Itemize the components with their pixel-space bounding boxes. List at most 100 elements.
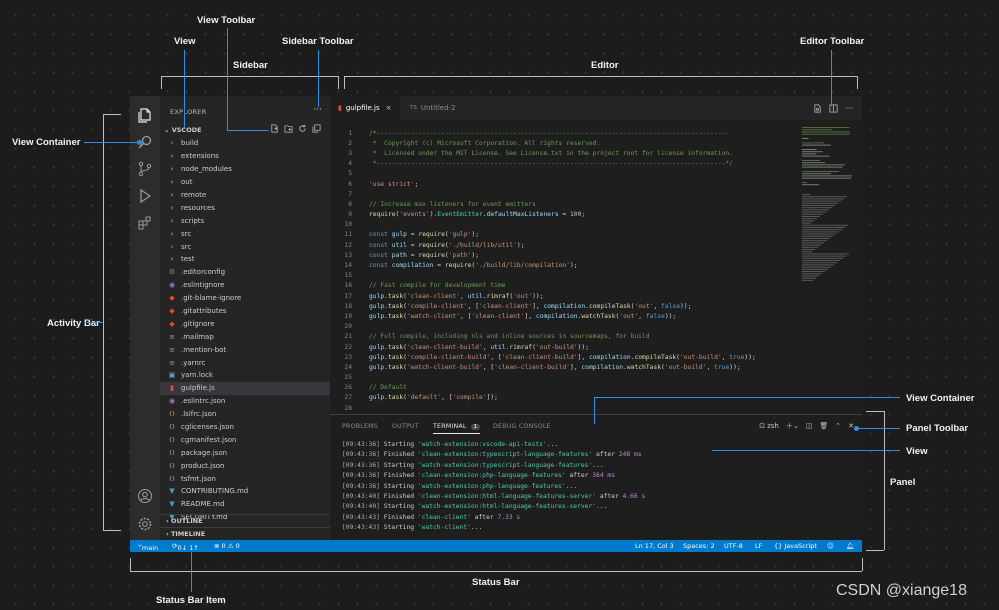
outline-section[interactable]: › OUTLINE <box>160 514 330 527</box>
tree-folder[interactable]: › build <box>160 137 330 150</box>
tree-file[interactable]: ▼ CONTRIBUTING.md <box>160 485 330 498</box>
notifications-bell-icon[interactable]: 🔔︎ <box>846 542 854 550</box>
tab-gulpfile[interactable]: ▮ gulpfile.js × <box>330 96 400 120</box>
tree-folder[interactable]: › out <box>160 176 330 189</box>
minimap[interactable] <box>800 124 858 414</box>
tree-file[interactable]: ◆ .gitignore <box>160 317 330 330</box>
minimap-line <box>802 133 850 135</box>
run-debug-icon[interactable] <box>136 187 154 205</box>
tree-folder[interactable]: › resources <box>160 201 330 214</box>
branch-item[interactable]: ⑂ main <box>138 542 158 552</box>
code-text: gulp.task('watch-client', ['clean-client… <box>369 312 677 320</box>
minimap-line <box>802 211 826 213</box>
code-view[interactable]: 1 /*-------------------------------------… <box>330 128 798 414</box>
tab-terminal[interactable]: TERMINAL 1 <box>433 423 481 434</box>
tab-output[interactable]: OUTPUT <box>392 423 419 430</box>
maximize-panel-icon[interactable]: ⌃ <box>835 422 841 430</box>
terminal-timestamp: [09:43:36] <box>342 441 380 448</box>
tree-item-label: yarn.lock <box>181 371 213 380</box>
json-file-icon: {} <box>168 475 176 482</box>
label-status-bar-item: Status Bar Item <box>156 595 226 606</box>
label-editor-toolbar: Editor Toolbar <box>800 36 865 47</box>
cursor-position-item[interactable]: Ln 17, Col 3 <box>635 542 674 550</box>
explorer-icon[interactable] <box>136 106 154 124</box>
tree-file[interactable]: {} .lsifrc.json <box>160 408 330 421</box>
minimap-line <box>802 257 843 259</box>
minimap-line <box>802 229 842 231</box>
bracket-editor-top <box>344 76 857 77</box>
tree-item-label: .mailmap <box>181 332 214 341</box>
settings-gear-icon[interactable] <box>136 515 154 533</box>
explorer-title: EXPLORER <box>170 108 207 116</box>
tree-file[interactable]: ≡ .yarnrc <box>160 356 330 369</box>
terminal-shell-selector[interactable]: ⊡ zsh <box>759 422 779 430</box>
tree-folder[interactable]: › scripts <box>160 214 330 227</box>
tree-folder[interactable]: › src <box>160 240 330 253</box>
tree-file[interactable]: ≡ .mailmap <box>160 330 330 343</box>
timeline-section[interactable]: › TIMELINE <box>160 527 330 540</box>
terminal-duration: 7.33 s <box>497 513 521 521</box>
tree-file[interactable]: ◆ .gitattributes <box>160 305 330 318</box>
sync-item[interactable]: ⟳ 0↓ 1↑ <box>172 542 199 552</box>
terminal-output[interactable]: [09:43:36] Starting 'watch-extension:vsc… <box>342 441 645 535</box>
tree-file[interactable]: ◉ .eslintignore <box>160 279 330 292</box>
line-number: 15 <box>344 272 352 280</box>
close-icon[interactable]: × <box>386 104 392 112</box>
collapse-all-icon[interactable] <box>312 124 321 133</box>
minimap-line <box>802 266 831 268</box>
tree-file[interactable]: {} package.json <box>160 446 330 459</box>
workspace-section-header[interactable]: ⌄ VSCODE <box>164 126 202 134</box>
tree-file[interactable]: ≡ .mention-bot <box>160 343 330 356</box>
tree-file[interactable]: ▼ README.md <box>160 498 330 511</box>
tab-untitled[interactable]: TS Untitled-2 <box>402 96 474 120</box>
tree-file[interactable]: {} tsfmt.json <box>160 472 330 485</box>
tree-folder[interactable]: › extensions <box>160 150 330 163</box>
tree-item-label: src <box>181 242 192 251</box>
minimap-line <box>802 162 825 164</box>
bracket-status-right <box>862 558 863 571</box>
accounts-icon[interactable] <box>136 487 154 505</box>
tree-folder[interactable]: › src <box>160 227 330 240</box>
open-changes-icon[interactable] <box>813 104 822 113</box>
code-line: 3 * Licensed under the MIT License. See … <box>330 148 798 158</box>
eol-item[interactable]: LF <box>755 542 762 550</box>
tree-file[interactable]: ◆ .git-blame-ignore <box>160 292 330 305</box>
tree-folder[interactable]: › test <box>160 253 330 266</box>
kill-terminal-icon[interactable]: 🗑 <box>819 422 828 430</box>
editor-more-icon[interactable]: ··· <box>845 104 854 113</box>
tree-file[interactable]: {} cgmanifest.json <box>160 433 330 446</box>
new-terminal-icon[interactable]: ＋⌄ <box>786 421 799 431</box>
problems-item[interactable]: ⊗ 0 ⚠ 0 <box>214 542 240 550</box>
terminal-task-name: 'watch-extension:vscode-api-tests' <box>417 441 547 448</box>
tree-folder[interactable]: › remote <box>160 189 330 202</box>
indentation-item[interactable]: Spaces: 2 <box>683 542 715 550</box>
minimap-line <box>802 249 815 250</box>
code-text: gulp.task('compile-client', ['clean-clie… <box>369 302 692 310</box>
line-number: 17 <box>344 292 352 300</box>
tree-file[interactable]: ▣ yarn.lock <box>160 369 330 382</box>
new-folder-icon[interactable] <box>284 124 293 133</box>
feedback-icon[interactable]: ☺ <box>827 542 834 550</box>
tab-problems[interactable]: PROBLEMS <box>342 423 378 430</box>
source-control-icon[interactable] <box>136 160 154 178</box>
tree-folder[interactable]: › node_modules <box>160 163 330 176</box>
new-file-icon[interactable] <box>270 124 279 133</box>
tree-file[interactable]: ◉ .eslintrc.json <box>160 395 330 408</box>
minimap-line <box>802 213 823 215</box>
label-status-bar: Status Bar <box>472 577 520 588</box>
encoding-item[interactable]: UTF-8 <box>724 542 743 550</box>
tree-file[interactable]: {} cglicenses.json <box>160 421 330 434</box>
split-terminal-icon[interactable]: ◫ <box>806 422 813 430</box>
tree-file[interactable]: {} product.json <box>160 459 330 472</box>
git-file-icon: ◆ <box>169 319 175 328</box>
bracket-activity <box>103 114 104 530</box>
tree-file[interactable]: ▮ gulpfile.js <box>160 381 330 395</box>
tree-file[interactable]: ⚙ .editorconfig <box>160 266 330 279</box>
tab-debug-console[interactable]: DEBUG CONSOLE <box>493 423 551 430</box>
text-file-icon: ≡ <box>169 345 175 354</box>
refresh-icon[interactable] <box>298 124 307 133</box>
extensions-icon[interactable] <box>136 214 154 232</box>
leader-dot-view-container <box>137 140 142 145</box>
language-mode-item[interactable]: {} JavaScript <box>774 542 817 550</box>
markdown-file-icon: ▼ <box>169 487 175 496</box>
